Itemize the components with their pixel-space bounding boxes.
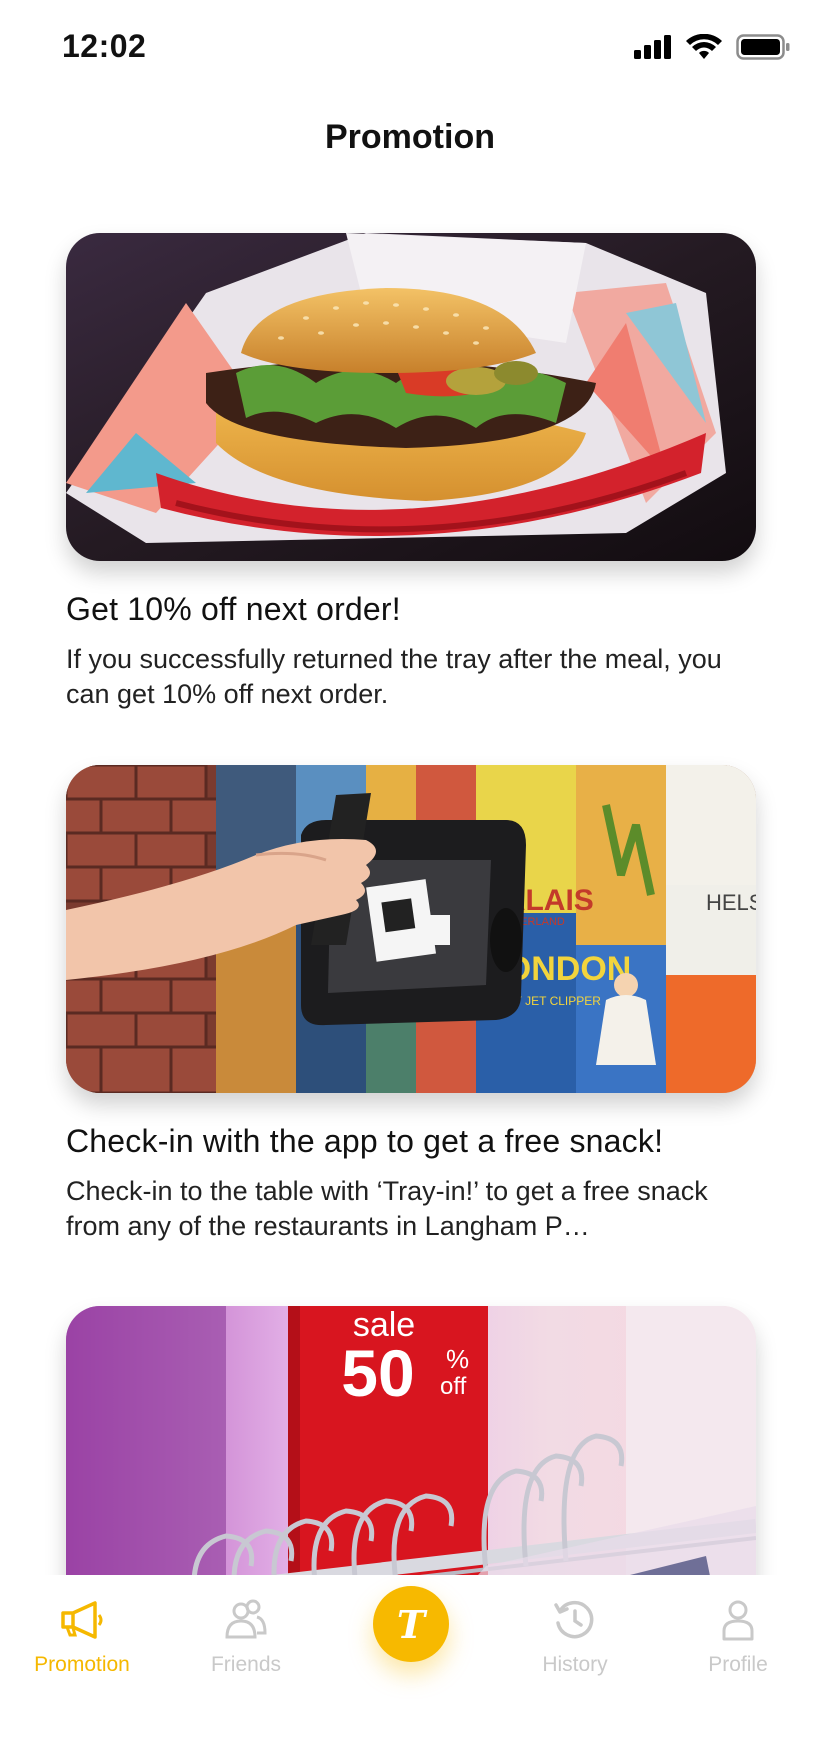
tab-friends[interactable]: Friends bbox=[176, 1595, 316, 1677]
sale-photo: sale 50 % off bbox=[66, 1306, 756, 1575]
tab-promotion[interactable]: Promotion bbox=[12, 1595, 152, 1677]
history-icon bbox=[554, 1600, 594, 1639]
profile-icon bbox=[722, 1600, 754, 1641]
poster-helsinki: HELS bbox=[706, 890, 756, 915]
promotion-card-checkin[interactable]: VALAIS SWITZERLAND LONDON BY JET CLIPPER… bbox=[66, 765, 756, 1244]
promotion-description: Check-in to the table with ‘Tray-in!’ to… bbox=[66, 1176, 708, 1241]
promotion-description: If you successfully returned the tray af… bbox=[66, 644, 722, 709]
promotion-card-sale[interactable]: sale 50 % off bbox=[66, 1306, 756, 1575]
tab-profile[interactable]: Profile bbox=[668, 1595, 808, 1677]
tab-label: History bbox=[542, 1653, 608, 1676]
burger-photo bbox=[66, 233, 756, 561]
promotion-card-discount[interactable]: Get 10% off next order! If you successfu… bbox=[66, 233, 756, 712]
sale-percent: % bbox=[446, 1344, 469, 1374]
tab-label: Friends bbox=[210, 1653, 282, 1676]
sale-number: 50 bbox=[341, 1336, 414, 1410]
promotion-title: Check-in with the app to get a free snac… bbox=[66, 1123, 664, 1159]
friends-icon bbox=[225, 1599, 267, 1639]
megaphone-icon bbox=[61, 1601, 103, 1639]
promotion-title: Get 10% off next order! bbox=[66, 591, 401, 627]
tray-in-action-button[interactable]: T bbox=[373, 1586, 449, 1662]
promotion-list[interactable]: Get 10% off next order! If you successfu… bbox=[0, 0, 820, 1575]
tab-history[interactable]: History bbox=[505, 1595, 645, 1677]
tab-label: Profile bbox=[708, 1653, 768, 1676]
tab-label: Promotion bbox=[34, 1653, 130, 1676]
sale-off: off bbox=[440, 1373, 467, 1400]
checkin-photo: VALAIS SWITZERLAND LONDON BY JET CLIPPER… bbox=[66, 765, 756, 1093]
tray-in-logo-icon: T bbox=[396, 1601, 426, 1647]
